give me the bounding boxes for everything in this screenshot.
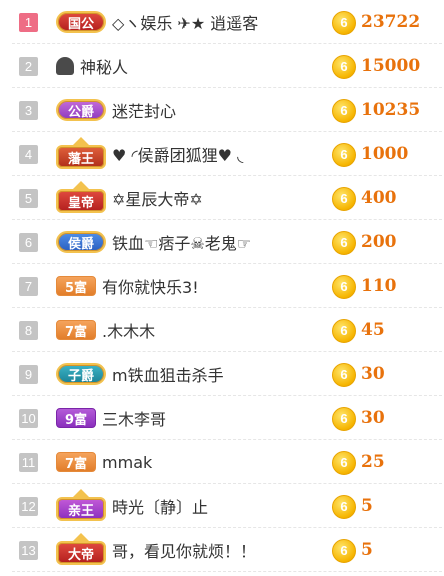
rank-number: 11 — [19, 453, 38, 472]
score-value: 30 — [361, 364, 385, 384]
score-value: 200 — [361, 232, 397, 252]
mystery-user-icon — [56, 57, 74, 75]
score-value: 400 — [361, 188, 397, 208]
leaderboard-row[interactable]: 12 亲王 時光〔静〕止 6 5 — [0, 484, 444, 528]
rank-number: 10 — [19, 409, 38, 428]
rank-number: 6 — [19, 233, 38, 252]
user-info: 大帝 哥，看见你就烦！！ — [56, 528, 256, 572]
username[interactable]: m铁血狙击杀手 — [112, 362, 224, 386]
rank-number: 3 — [19, 101, 38, 120]
rank-number: 2 — [19, 57, 38, 76]
user-info: 7富 mmak — [56, 440, 152, 484]
user-info: 7富 .木木木 — [56, 308, 155, 352]
leaderboard-row[interactable]: 11 7富 mmak 6 25 — [0, 440, 444, 484]
coin-icon: 6 — [332, 407, 356, 431]
username[interactable]: ◇ヽ娱乐 ✈★ 逍遥客 — [112, 10, 258, 34]
leaderboard-row[interactable]: 5 皇帝 ✡星辰大帝✡ 6 400 — [0, 176, 444, 220]
leaderboard-row[interactable]: 4 藩王 ♥ ◜侯爵团狐狸♥ ◟ 6 1000 — [0, 132, 444, 176]
rank-badge: 9富 — [56, 408, 97, 428]
rank-badge: 5富 — [56, 276, 97, 296]
leaderboard-row[interactable]: 3 公爵 迷茫封心 6 10235 — [0, 88, 444, 132]
rank-badge: 亲王 — [56, 497, 107, 521]
row-divider — [12, 571, 442, 572]
score-value: 30 — [361, 408, 385, 428]
rank-badge: 皇帝 — [56, 189, 107, 213]
user-info: 子爵 m铁血狙击杀手 — [56, 352, 224, 396]
rank-badge: 大帝 — [56, 541, 107, 565]
user-info: 9富 三木李哥 — [56, 396, 166, 440]
rank-number: 13 — [19, 541, 38, 560]
score-value: 10235 — [361, 100, 421, 120]
rank-badge: 子爵 — [56, 363, 107, 385]
coin-icon: 6 — [332, 451, 356, 475]
rank-badge: 公爵 — [56, 99, 107, 121]
rank-number: 1 — [19, 13, 38, 32]
leaderboard-row[interactable]: 10 9富 三木李哥 6 30 — [0, 396, 444, 440]
rank-badge: 国公 — [56, 11, 107, 33]
leaderboard-row[interactable]: 6 侯爵 铁血☜痞子☠老鬼☞ 6 200 — [0, 220, 444, 264]
score-value: 23722 — [361, 12, 421, 32]
coin-icon: 6 — [332, 363, 356, 387]
coin-icon: 6 — [332, 11, 356, 35]
user-info: 藩王 ♥ ◜侯爵团狐狸♥ ◟ — [56, 132, 243, 176]
score-value: 45 — [361, 320, 385, 340]
leaderboard-row[interactable]: 1 国公 ◇ヽ娱乐 ✈★ 逍遥客 6 23722 — [0, 0, 444, 44]
username[interactable]: 神秘人 — [80, 54, 128, 78]
coin-icon: 6 — [332, 55, 356, 79]
rank-badge: 7富 — [56, 452, 97, 472]
username[interactable]: ♥ ◜侯爵团狐狸♥ ◟ — [112, 142, 243, 166]
score-value: 110 — [361, 276, 397, 296]
coin-icon: 6 — [332, 275, 356, 299]
coin-icon: 6 — [332, 231, 356, 255]
rank-number: 12 — [19, 497, 38, 516]
coin-icon: 6 — [332, 187, 356, 211]
score-value: 5 — [361, 540, 373, 560]
score-value: 1000 — [361, 144, 409, 164]
rank-number: 5 — [19, 189, 38, 208]
score-value: 15000 — [361, 56, 421, 76]
username[interactable]: 三木李哥 — [102, 406, 166, 430]
user-info: 亲王 時光〔静〕止 — [56, 484, 208, 528]
username[interactable]: ✡星辰大帝✡ — [112, 186, 203, 210]
username[interactable]: 哥，看见你就烦！！ — [112, 538, 256, 562]
user-info: 国公 ◇ヽ娱乐 ✈★ 逍遥客 — [56, 0, 258, 44]
coin-icon: 6 — [332, 319, 356, 343]
rank-badge: 7富 — [56, 320, 97, 340]
leaderboard-row[interactable]: 2 神秘人 6 15000 — [0, 44, 444, 88]
username[interactable]: mmak — [102, 453, 152, 472]
score-value: 25 — [361, 452, 385, 472]
username[interactable]: .木木木 — [102, 318, 155, 342]
user-info: 公爵 迷茫封心 — [56, 88, 176, 132]
user-info: 皇帝 ✡星辰大帝✡ — [56, 176, 203, 220]
leaderboard-row[interactable]: 8 7富 .木木木 6 45 — [0, 308, 444, 352]
coin-icon: 6 — [332, 143, 356, 167]
leaderboard-list: 1 国公 ◇ヽ娱乐 ✈★ 逍遥客 6 23722 2 神秘人 6 15000 3 公爵 迷茫封心 6 10… — [0, 0, 444, 576]
user-info: 5富 有你就快乐3! — [56, 264, 199, 308]
rank-badge: 藩王 — [56, 145, 107, 169]
leaderboard-row[interactable]: 9 子爵 m铁血狙击杀手 6 30 — [0, 352, 444, 396]
username[interactable]: 時光〔静〕止 — [112, 494, 208, 518]
user-info: 神秘人 — [56, 44, 128, 88]
user-info: 侯爵 铁血☜痞子☠老鬼☞ — [56, 220, 251, 264]
rank-number: 9 — [19, 365, 38, 384]
username[interactable]: 迷茫封心 — [112, 98, 176, 122]
rank-number: 4 — [19, 145, 38, 164]
rank-badge: 侯爵 — [56, 231, 107, 253]
username[interactable]: 有你就快乐3! — [102, 274, 199, 298]
leaderboard-row[interactable]: 7 5富 有你就快乐3! 6 110 — [0, 264, 444, 308]
rank-number: 8 — [19, 321, 38, 340]
username[interactable]: 铁血☜痞子☠老鬼☞ — [112, 230, 251, 254]
coin-icon: 6 — [332, 539, 356, 563]
coin-icon: 6 — [332, 495, 356, 519]
score-value: 5 — [361, 496, 373, 516]
rank-number: 7 — [19, 277, 38, 296]
leaderboard-row[interactable]: 13 大帝 哥，看见你就烦！！ 6 5 — [0, 528, 444, 572]
coin-icon: 6 — [332, 99, 356, 123]
